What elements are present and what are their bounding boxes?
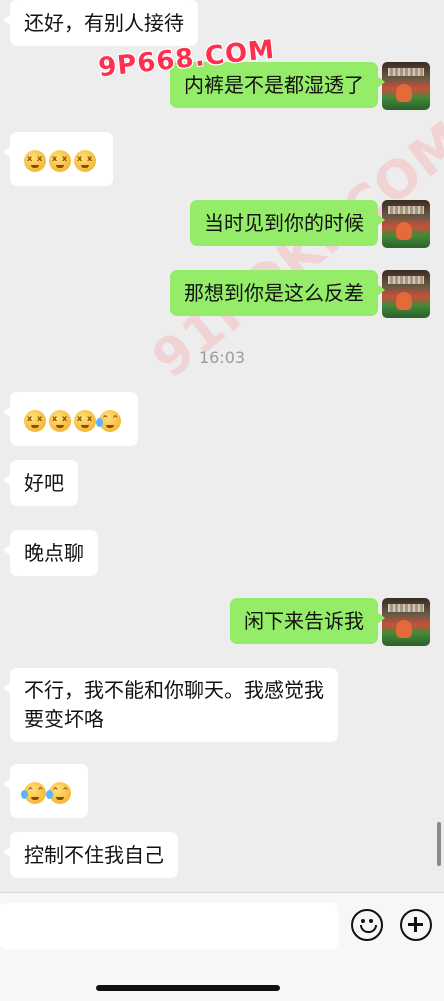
message-text: 控制不住我自己 xyxy=(24,843,164,867)
avatar[interactable] xyxy=(382,598,430,646)
message-received[interactable]: 控制不住我自己 xyxy=(3,832,178,878)
message-text: 还好，有别人接待 xyxy=(24,11,184,35)
message-text: 晚点聊 xyxy=(24,541,84,565)
home-indicator xyxy=(96,985,280,991)
message-sent[interactable]: 当时见到你的时候 xyxy=(190,200,385,246)
message-received[interactable]: ^ ^ ^ ^ xyxy=(3,764,88,818)
message-received[interactable]: 还好，有别人接待 xyxy=(3,0,198,46)
message-text: 内裤是不是都湿透了 xyxy=(184,73,364,97)
message-received[interactable]: 不行，我不能和你聊天。我感觉我 要变坏咯 xyxy=(3,668,338,742)
scrollbar[interactable] xyxy=(437,822,441,866)
message-text: 好吧 xyxy=(24,471,64,495)
dizzy-face-icon: xx xyxy=(74,409,96,432)
dizzy-face-icon: xx xyxy=(49,409,71,432)
laughing-tears-icon: ^ ^ xyxy=(46,781,71,804)
dizzy-face-icon: xx xyxy=(24,149,46,172)
message-text: 当时见到你的时候 xyxy=(204,211,364,235)
message-received[interactable]: 晚点聊 xyxy=(3,530,98,576)
message-sent[interactable]: 闲下来告诉我 xyxy=(230,598,385,644)
laughing-tears-icon: ^ ^ xyxy=(21,781,46,804)
timestamp: 16:03 xyxy=(198,348,246,367)
message-text: 不行，我不能和你聊天。我感觉我 xyxy=(24,678,324,702)
message-text-line2: 要变坏咯 xyxy=(24,707,104,731)
message-input[interactable] xyxy=(0,903,338,949)
laughing-tears-icon: ^ ^ xyxy=(96,409,121,432)
message-sent[interactable]: 那想到你是这么反差 xyxy=(170,270,385,316)
dizzy-face-icon: xx xyxy=(74,149,96,172)
avatar[interactable] xyxy=(382,200,430,248)
avatar[interactable] xyxy=(382,62,430,110)
emoji-icon[interactable] xyxy=(351,909,383,941)
avatar[interactable] xyxy=(382,270,430,318)
message-text: 闲下来告诉我 xyxy=(244,609,364,633)
dizzy-face-icon: xx xyxy=(24,409,46,432)
message-received[interactable]: 好吧 xyxy=(3,460,78,506)
message-received[interactable]: x x x x x x ^ ^ xyxy=(3,392,138,446)
input-bar xyxy=(0,892,444,1001)
dizzy-face-icon: xx xyxy=(49,149,71,172)
message-received[interactable]: xxxxxx xyxy=(3,132,113,186)
plus-icon[interactable] xyxy=(400,909,432,941)
message-text: 那想到你是这么反差 xyxy=(184,281,364,305)
